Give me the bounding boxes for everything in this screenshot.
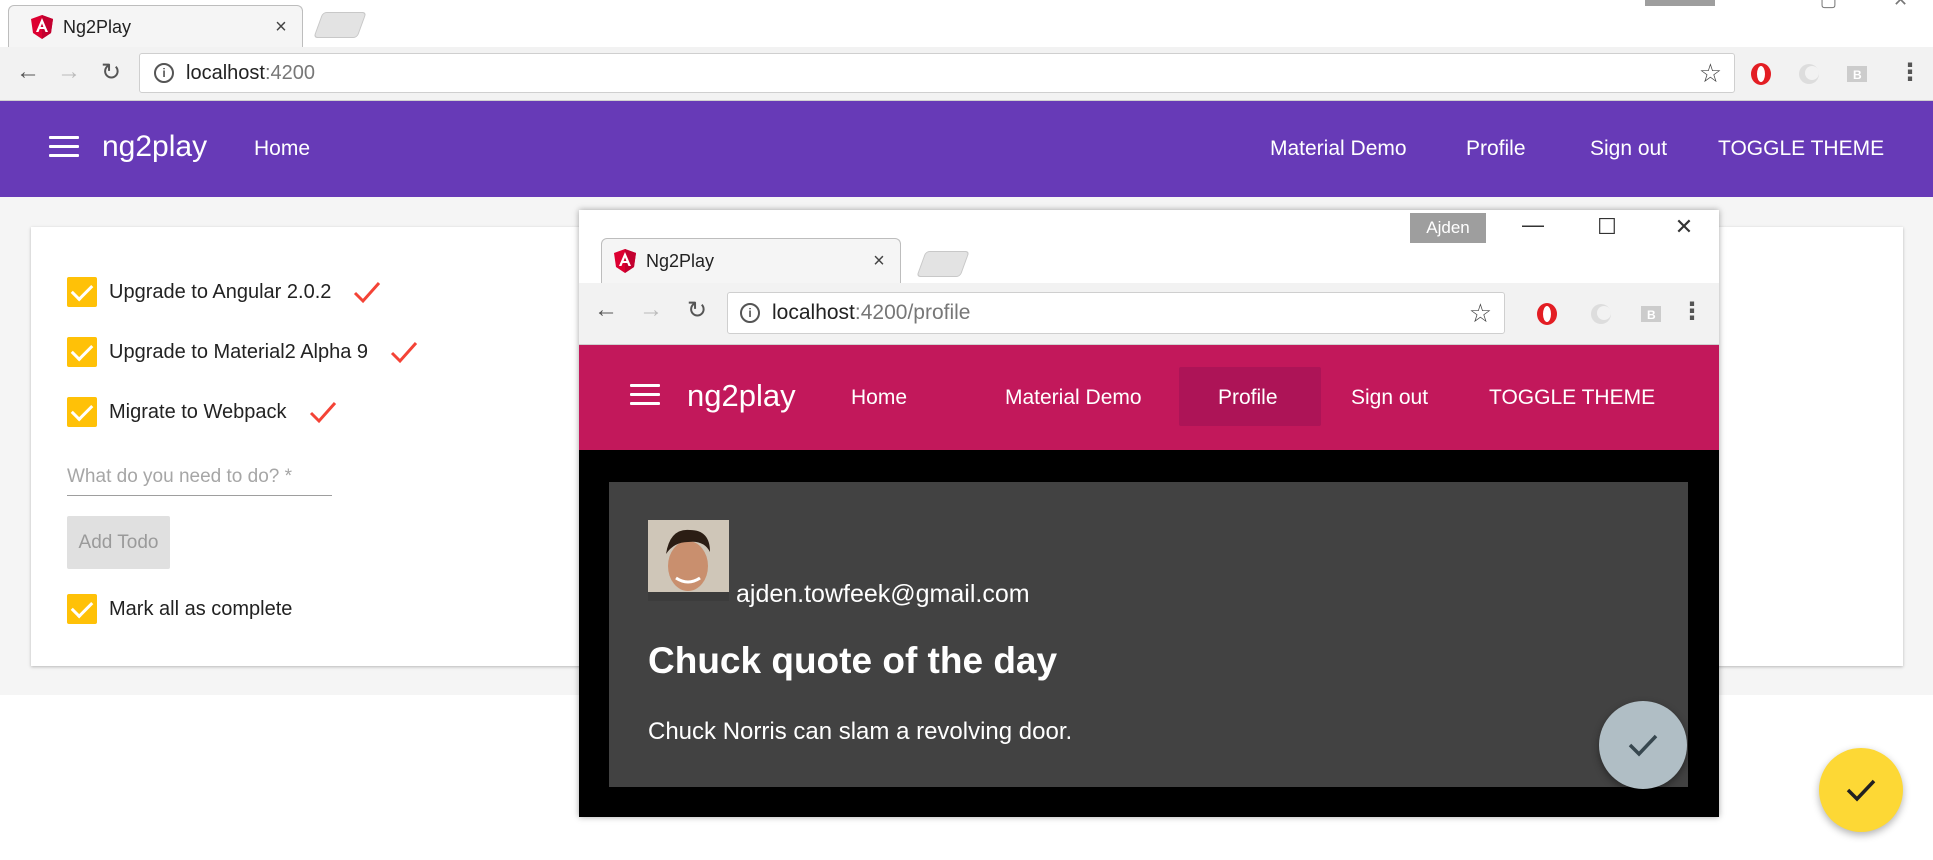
svg-text:B: B — [1853, 68, 1862, 82]
fab-check-button[interactable] — [1599, 701, 1687, 789]
todo-item[interactable]: Upgrade to Material2 Alpha 9 — [67, 337, 418, 367]
profile-email: ajden.towfeek@gmail.com — [736, 580, 1030, 608]
svg-text:B: B — [1647, 308, 1656, 322]
minimize-icon[interactable]: — — [1518, 212, 1548, 238]
done-check-icon — [391, 342, 418, 364]
new-tab-button[interactable] — [313, 12, 367, 38]
address-bar[interactable]: i localhost:4200/profile ☆ — [727, 292, 1505, 334]
app-brand[interactable]: ng2play — [102, 130, 207, 164]
bookmark-star-icon[interactable]: ☆ — [1699, 58, 1722, 89]
bookmark-star-icon[interactable]: ☆ — [1469, 298, 1492, 329]
tab-strip: Ng2Play × ▢ ✕ — [0, 0, 1933, 47]
nav-home[interactable]: Home — [851, 386, 907, 410]
nav-profile[interactable]: Profile — [1218, 386, 1278, 410]
extension-b-icon[interactable]: B — [1845, 62, 1869, 86]
app-brand[interactable]: ng2play — [687, 378, 796, 414]
app-toolbar: ng2play Home Material Demo Profile Sign … — [0, 101, 1933, 197]
extension-icon[interactable] — [1589, 302, 1613, 326]
check-icon — [1846, 779, 1876, 802]
angular-logo-icon — [31, 15, 53, 39]
url-text: localhost:4200/profile — [772, 301, 971, 324]
quote-text: Chuck Norris can slam a revolving door. — [648, 718, 1073, 745]
front-tab-strip: Ajden — ☐ ✕ Ng2Play × — [579, 210, 1719, 284]
mark-all-checkbox[interactable] — [67, 594, 97, 624]
avatar — [648, 520, 729, 601]
back-icon[interactable]: ← — [591, 296, 621, 324]
close-tab-icon[interactable]: × — [868, 250, 890, 273]
menu-icon[interactable] — [49, 136, 79, 163]
new-todo-input[interactable] — [67, 462, 332, 492]
url-text: localhost:4200 — [186, 61, 315, 84]
nav-home[interactable]: Home — [254, 137, 310, 161]
close-window-icon[interactable]: ✕ — [1669, 214, 1699, 240]
toggle-theme-button[interactable]: TOGGLE THEME — [1718, 137, 1884, 161]
nav-material-demo[interactable]: Material Demo — [1270, 137, 1407, 161]
browser-tab[interactable]: Ng2Play × — [8, 5, 303, 47]
forward-icon[interactable]: → — [636, 296, 666, 324]
maximize-icon[interactable]: ☐ — [1592, 214, 1622, 240]
new-todo-field[interactable] — [67, 462, 332, 496]
front-browser-toolbar: ← → ↻ i localhost:4200/profile ☆ B ⋮ — [579, 283, 1719, 345]
menu-icon[interactable] — [630, 384, 660, 411]
quote-title: Chuck quote of the day — [648, 640, 1058, 681]
opera-extension-icon[interactable] — [1535, 302, 1559, 326]
nav-profile[interactable]: Profile — [1466, 137, 1526, 161]
front-app-toolbar: ng2play Home Material Demo Profile Sign … — [579, 345, 1719, 450]
extension-icon[interactable] — [1797, 62, 1821, 86]
done-check-icon — [309, 402, 336, 424]
tab-title: Ng2Play — [646, 250, 715, 271]
front-browser-window: Ajden — ☐ ✕ Ng2Play × ← → ↻ i localhost:… — [579, 210, 1719, 817]
opera-extension-icon[interactable] — [1749, 62, 1773, 86]
reload-icon[interactable]: ↻ — [682, 296, 712, 325]
nav-sign-out[interactable]: Sign out — [1590, 137, 1667, 161]
tab-title: Ng2Play — [63, 16, 132, 37]
nav-sign-out[interactable]: Sign out — [1351, 386, 1428, 410]
add-todo-button[interactable]: Add Todo — [67, 516, 170, 569]
todo-label: Migrate to Webpack — [109, 400, 287, 423]
forward-icon[interactable]: → — [54, 58, 84, 86]
user-chip[interactable]: Ajden — [1410, 213, 1486, 243]
profile-chip[interactable] — [1645, 0, 1715, 6]
todo-item[interactable]: Migrate to Webpack — [67, 397, 337, 427]
close-window-icon[interactable]: ✕ — [1893, 0, 1908, 11]
done-check-icon — [354, 282, 381, 304]
todo-checkbox[interactable] — [67, 277, 97, 307]
todo-checkbox[interactable] — [67, 337, 97, 367]
angular-logo-icon — [614, 249, 636, 273]
mark-all-label: Mark all as complete — [109, 597, 293, 620]
reload-icon[interactable]: ↻ — [96, 58, 126, 87]
todo-checkbox[interactable] — [67, 397, 97, 427]
front-browser-tab[interactable]: Ng2Play × — [601, 238, 901, 284]
check-icon — [1628, 734, 1658, 757]
todo-label: Upgrade to Angular 2.0.2 — [109, 280, 332, 303]
menu-kebab-icon[interactable]: ⋮ — [1895, 58, 1925, 87]
new-tab-button[interactable] — [916, 251, 970, 277]
site-info-icon[interactable]: i — [740, 303, 760, 323]
mark-all-complete[interactable]: Mark all as complete — [67, 594, 292, 624]
profile-card: ajden.towfeek@gmail.com Chuck quote of t… — [609, 482, 1688, 787]
browser-toolbar: ← → ↻ i localhost:4200 ☆ B ⋮ — [0, 47, 1933, 101]
todo-item[interactable]: Upgrade to Angular 2.0.2 — [67, 277, 381, 307]
maximize-icon[interactable]: ▢ — [1820, 0, 1837, 11]
fab-check-button[interactable] — [1819, 748, 1903, 832]
address-bar[interactable]: i localhost:4200 ☆ — [139, 53, 1735, 93]
nav-material-demo[interactable]: Material Demo — [1005, 386, 1142, 410]
toggle-theme-button[interactable]: TOGGLE THEME — [1489, 386, 1655, 410]
menu-kebab-icon[interactable]: ⋮ — [1677, 297, 1707, 326]
site-info-icon[interactable]: i — [154, 63, 174, 83]
back-icon[interactable]: ← — [13, 58, 43, 86]
extension-b-icon[interactable]: B — [1639, 302, 1663, 326]
close-tab-icon[interactable]: × — [270, 16, 292, 39]
todo-label: Upgrade to Material2 Alpha 9 — [109, 340, 369, 363]
